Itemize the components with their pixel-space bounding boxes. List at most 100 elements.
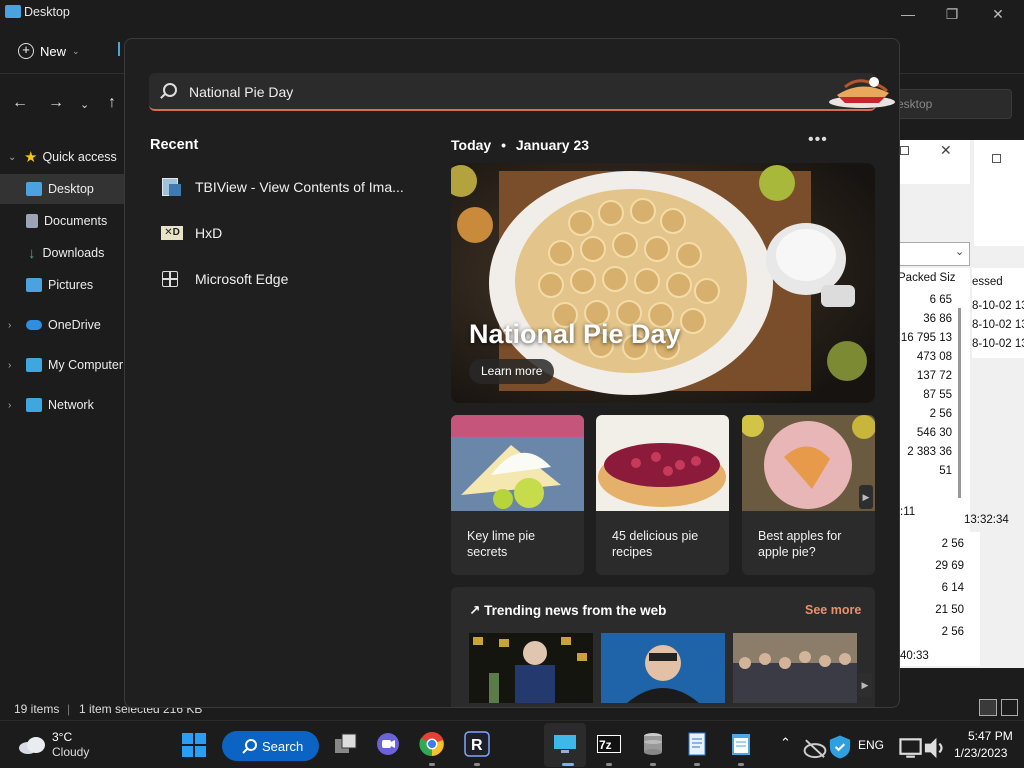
sidebar-item-downloads[interactable]: ↓ Downloads — [0, 238, 126, 268]
star-icon: ★ — [24, 149, 38, 166]
packed-size-cell: 36 86 — [923, 313, 952, 325]
cloud-icon — [26, 320, 42, 330]
expand-chevron-icon[interactable]: › — [8, 320, 20, 331]
search-icon — [242, 739, 257, 754]
computer-icon — [26, 358, 42, 372]
trending-item[interactable] — [469, 633, 593, 703]
new-label: New — [40, 43, 67, 59]
up-arrow-icon[interactable]: ↑ — [108, 94, 116, 112]
expand-chevron-icon[interactable]: ⌄ — [8, 152, 20, 163]
r-app-icon[interactable]: R — [464, 731, 490, 757]
recent-item-hxd[interactable]: ✕D HxD — [159, 220, 222, 246]
hero-card[interactable]: National Pie Day Learn more — [451, 163, 875, 403]
onedrive-offline-icon[interactable] — [802, 735, 828, 761]
date-label: January 23 — [515, 137, 590, 153]
new-button[interactable]: + New ⌄ — [18, 38, 80, 64]
modified-header[interactable]: essed — [972, 276, 1003, 288]
sidebar-label: OneDrive — [48, 318, 101, 332]
today-label: Today — [451, 137, 492, 153]
packed-size-cell: 473 08 — [916, 351, 952, 363]
sidebar-label: Desktop — [48, 182, 94, 196]
tiles-view-icon[interactable] — [1001, 699, 1018, 716]
expand-chevron-icon[interactable]: › — [8, 400, 20, 411]
maximize-icon[interactable] — [900, 146, 909, 155]
expand-chevron-icon[interactable]: › — [8, 360, 20, 371]
recent-item-tbiview[interactable]: TBIView - View Contents of Ima... — [159, 174, 404, 200]
recent-heading: Recent — [150, 137, 199, 153]
document-editor-icon[interactable] — [684, 731, 710, 757]
sidebar-item-quick-access[interactable]: ⌄ ★ Quick access — [0, 142, 126, 172]
sidebar-item-network[interactable]: › Network — [0, 390, 126, 420]
card-title: Best apples for apple pie? — [758, 529, 842, 559]
sidebar-label: Pictures — [48, 278, 94, 292]
card-key-lime-pie[interactable]: Key lime pie secrets — [451, 415, 584, 575]
input-language[interactable]: ENG — [858, 738, 884, 752]
notepad-icon[interactable] — [728, 731, 754, 757]
maximize-icon[interactable] — [992, 154, 1001, 163]
size-cell: 6 14 — [941, 582, 964, 594]
clock-date[interactable]: 1/23/2023 — [954, 746, 1007, 760]
packed-size-header[interactable]: Packed Siz — [898, 272, 956, 284]
card-pie-recipes[interactable]: 45 delicious pie recipes — [596, 415, 729, 575]
separator-dot: • — [501, 137, 506, 153]
forward-arrow-icon[interactable]: → — [48, 94, 64, 112]
maximize-button[interactable]: ❐ — [932, 2, 972, 26]
search-box[interactable] — [149, 73, 895, 111]
clock-time[interactable]: 5:47 PM — [968, 729, 1013, 743]
close-button[interactable]: ✕ — [978, 2, 1018, 26]
card-apples-for-pie[interactable]: Best apples for apple pie? — [742, 415, 875, 575]
minimize-button[interactable]: — — [888, 2, 928, 26]
desktop-folder-icon — [5, 5, 21, 18]
navigation-buttons: ← → ⌄ ↑ — [0, 88, 135, 120]
taskbar-search-button[interactable]: Search — [222, 731, 319, 761]
sidebar-item-desktop[interactable]: Desktop — [0, 174, 126, 204]
volume-icon[interactable] — [922, 735, 948, 761]
recent-item-edge[interactable]: Microsoft Edge — [159, 266, 288, 292]
archive-window: ✕ ⌄ Packed Siz 6 65 36 86 16 795 13 473 … — [898, 140, 1024, 668]
close-icon[interactable]: ✕ — [940, 142, 952, 159]
cards-next-arrow-icon[interactable]: ▶ — [859, 485, 873, 509]
sidebar-item-onedrive[interactable]: › OneDrive — [0, 310, 126, 340]
chrome-icon[interactable] — [419, 731, 445, 757]
back-arrow-icon[interactable]: ← — [12, 94, 28, 112]
vertical-scrollbar[interactable] — [958, 308, 961, 498]
packed-size-cell: 546 30 — [916, 427, 952, 439]
packed-size-cell: 2 383 36 — [907, 446, 952, 458]
status-text: 40:33 — [900, 650, 929, 662]
archive-titlebar: ✕ — [898, 140, 970, 184]
status-time: 13:32:34 — [964, 514, 1009, 526]
windows-start-icon[interactable] — [181, 732, 207, 758]
weather-widget[interactable]: 3°C Cloudy — [18, 730, 128, 762]
trending-heading: ↗ Trending news from the web — [469, 603, 666, 619]
pictures-icon — [26, 278, 42, 292]
details-view-icon[interactable] — [979, 699, 997, 716]
weather-temperature: 3°C — [52, 730, 73, 744]
trending-item[interactable] — [733, 633, 857, 703]
teams-chat-icon[interactable] — [375, 731, 401, 757]
search-input[interactable] — [189, 77, 789, 107]
sidebar-item-my-computer[interactable]: › My Computer — [0, 350, 126, 380]
show-hidden-icons-chevron-icon[interactable]: ⌃ — [780, 735, 791, 751]
trending-item[interactable] — [601, 633, 725, 703]
sidebar-label: Network — [48, 398, 94, 412]
archive-path-dropdown[interactable]: ⌄ — [898, 242, 970, 266]
tbiview-icon — [159, 176, 183, 198]
see-more-link[interactable]: See more — [805, 603, 861, 617]
7zip-icon[interactable]: 7z — [596, 731, 622, 757]
cloud-icon — [19, 737, 45, 754]
learn-more-button[interactable]: Learn more — [469, 359, 555, 384]
recent-locations-chevron-icon[interactable]: ⌄ — [80, 98, 89, 111]
card-title: 45 delicious pie recipes — [612, 529, 699, 559]
pie-illustration-icon — [829, 77, 895, 108]
remote-desktop-icon[interactable] — [552, 731, 578, 757]
sidebar-item-pictures[interactable]: Pictures — [0, 270, 126, 300]
task-view-icon[interactable] — [333, 731, 359, 757]
database-icon[interactable] — [640, 731, 666, 757]
security-shield-icon[interactable] — [827, 734, 853, 760]
recent-item-label: Microsoft Edge — [195, 271, 289, 287]
packed-size-cell: 137 72 — [916, 370, 952, 382]
more-options-icon[interactable]: ••• — [808, 131, 828, 149]
sidebar-label: Documents — [44, 214, 108, 228]
sidebar-item-documents[interactable]: Documents — [0, 206, 126, 236]
trending-next-arrow-icon[interactable]: ▶ — [858, 673, 872, 697]
